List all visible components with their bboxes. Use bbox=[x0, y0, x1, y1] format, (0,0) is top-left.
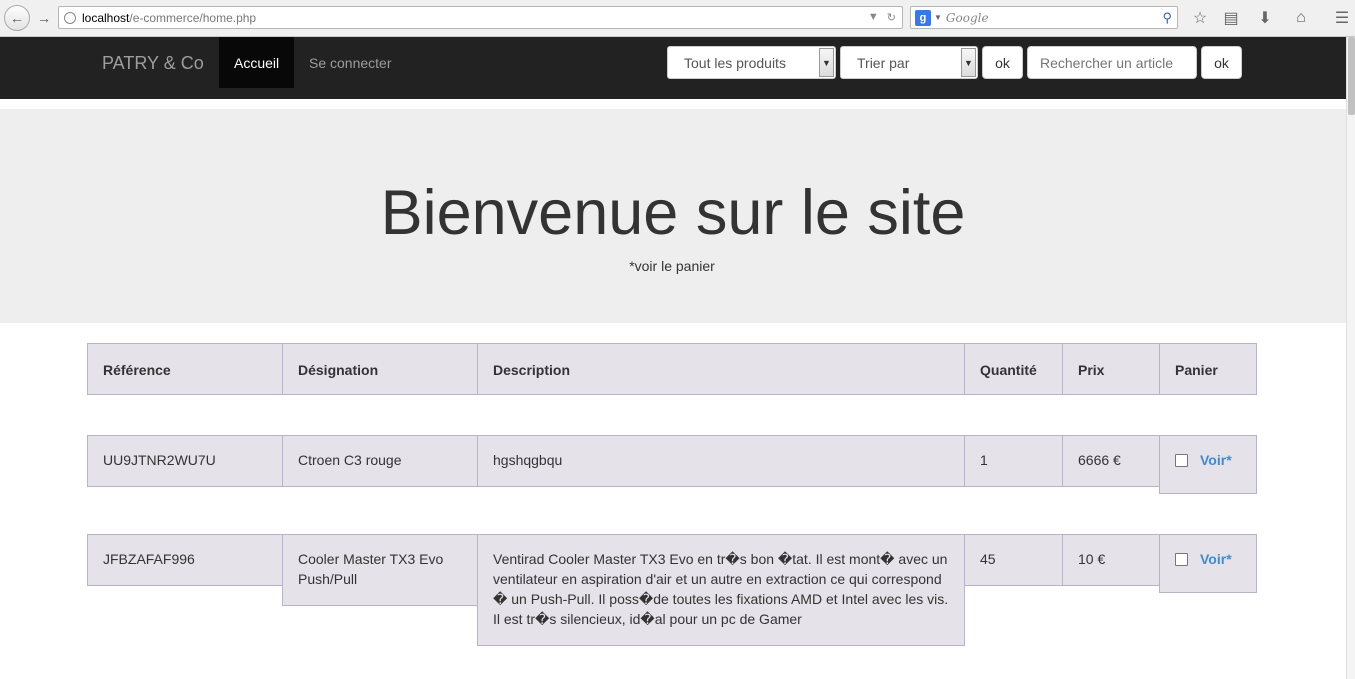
url-host: localhost bbox=[82, 10, 130, 25]
row1-reference: UU9JTNR2WU7U bbox=[87, 435, 283, 487]
download-icon[interactable]: ⬇ bbox=[1254, 7, 1276, 29]
header-description: Description bbox=[477, 343, 965, 395]
search-ok-button[interactable]: ok bbox=[1201, 46, 1242, 79]
header-panier: Panier bbox=[1159, 343, 1257, 395]
scrollbar-thumb[interactable] bbox=[1348, 37, 1355, 115]
page-scrollbar[interactable] bbox=[1346, 37, 1355, 679]
page-title: Bienvenue sur le site bbox=[380, 178, 966, 248]
dropdown-arrow-icon[interactable]: ▼ bbox=[868, 11, 879, 24]
nav-home[interactable]: Accueil bbox=[219, 37, 294, 88]
header-reference: Référence bbox=[87, 343, 283, 395]
article-search-input[interactable] bbox=[1027, 46, 1197, 79]
sort-select[interactable]: Trier par ▼ bbox=[840, 46, 978, 79]
view-cart-link[interactable]: Voir* bbox=[1200, 549, 1232, 569]
header-prix: Prix bbox=[1062, 343, 1160, 395]
row2-panier: Voir* bbox=[1159, 534, 1257, 593]
nav-login[interactable]: Se connecter bbox=[294, 37, 407, 88]
url-path: /e-commerce/home.php bbox=[129, 10, 257, 25]
chevron-down-icon: ▼ bbox=[819, 48, 834, 77]
forward-arrow-icon[interactable]: → bbox=[33, 8, 55, 28]
back-arrow-icon[interactable]: ← bbox=[4, 5, 30, 31]
cart-checkbox[interactable] bbox=[1175, 453, 1188, 467]
reload-icon[interactable]: ↻ bbox=[887, 11, 896, 24]
row2-designation: Cooler Master TX3 Evo Push/Pull bbox=[282, 534, 478, 606]
bookmarks-list-icon[interactable]: ▤ bbox=[1220, 7, 1242, 29]
address-bar[interactable]: localhost /e-commerce/home.php ▼ ↻ bbox=[58, 6, 903, 29]
welcome-banner: Bienvenue sur le site *voir le panier bbox=[0, 109, 1346, 323]
chevron-down-icon: ▼ bbox=[961, 48, 976, 77]
brand-logo[interactable]: PATRY & Co bbox=[102, 53, 204, 74]
header-quantite: Quantité bbox=[964, 343, 1063, 395]
view-cart-link[interactable]: Voir* bbox=[1200, 450, 1232, 470]
row2-prix: 10 € bbox=[1062, 534, 1160, 586]
sort-select-value: Trier par bbox=[857, 54, 910, 71]
bookmark-star-icon[interactable]: ☆ bbox=[1189, 7, 1211, 29]
row1-quantite: 1 bbox=[964, 435, 1063, 487]
site-navbar: PATRY & Co Accueil Se connecter Tout les… bbox=[0, 37, 1346, 99]
browser-search-placeholder: Google bbox=[945, 10, 989, 25]
row1-panier: Voir* bbox=[1159, 435, 1257, 494]
row1-designation: Ctroen C3 rouge bbox=[282, 435, 478, 487]
engine-dropdown-icon[interactable]: ▼ bbox=[934, 13, 942, 22]
search-icon[interactable]: ⚲ bbox=[1162, 10, 1172, 26]
header-designation: Désignation bbox=[282, 343, 478, 395]
row2-description: Ventirad Cooler Master TX3 Evo en tr�s b… bbox=[477, 534, 965, 646]
row1-description: hgshqgbqu bbox=[477, 435, 965, 487]
page-subtitle: *voir le panier bbox=[629, 258, 715, 274]
menu-icon[interactable]: ☰ bbox=[1331, 7, 1353, 29]
cart-checkbox[interactable] bbox=[1175, 552, 1188, 566]
google-logo-icon: g bbox=[915, 9, 931, 26]
row1-prix: 6666 € bbox=[1062, 435, 1160, 487]
home-icon[interactable]: ⌂ bbox=[1290, 7, 1312, 29]
globe-icon bbox=[64, 11, 76, 24]
category-select[interactable]: Tout les produits ▼ bbox=[667, 46, 836, 79]
browser-toolbar: ← → localhost /e-commerce/home.php ▼ ↻ g… bbox=[0, 0, 1355, 37]
browser-search-bar[interactable]: g ▼ Google ⚲ bbox=[910, 6, 1178, 29]
row2-reference: JFBZAFAF996 bbox=[87, 534, 283, 586]
row2-quantite: 45 bbox=[964, 534, 1063, 586]
category-select-value: Tout les produits bbox=[684, 54, 786, 71]
filter-ok-button[interactable]: ok bbox=[982, 46, 1023, 79]
